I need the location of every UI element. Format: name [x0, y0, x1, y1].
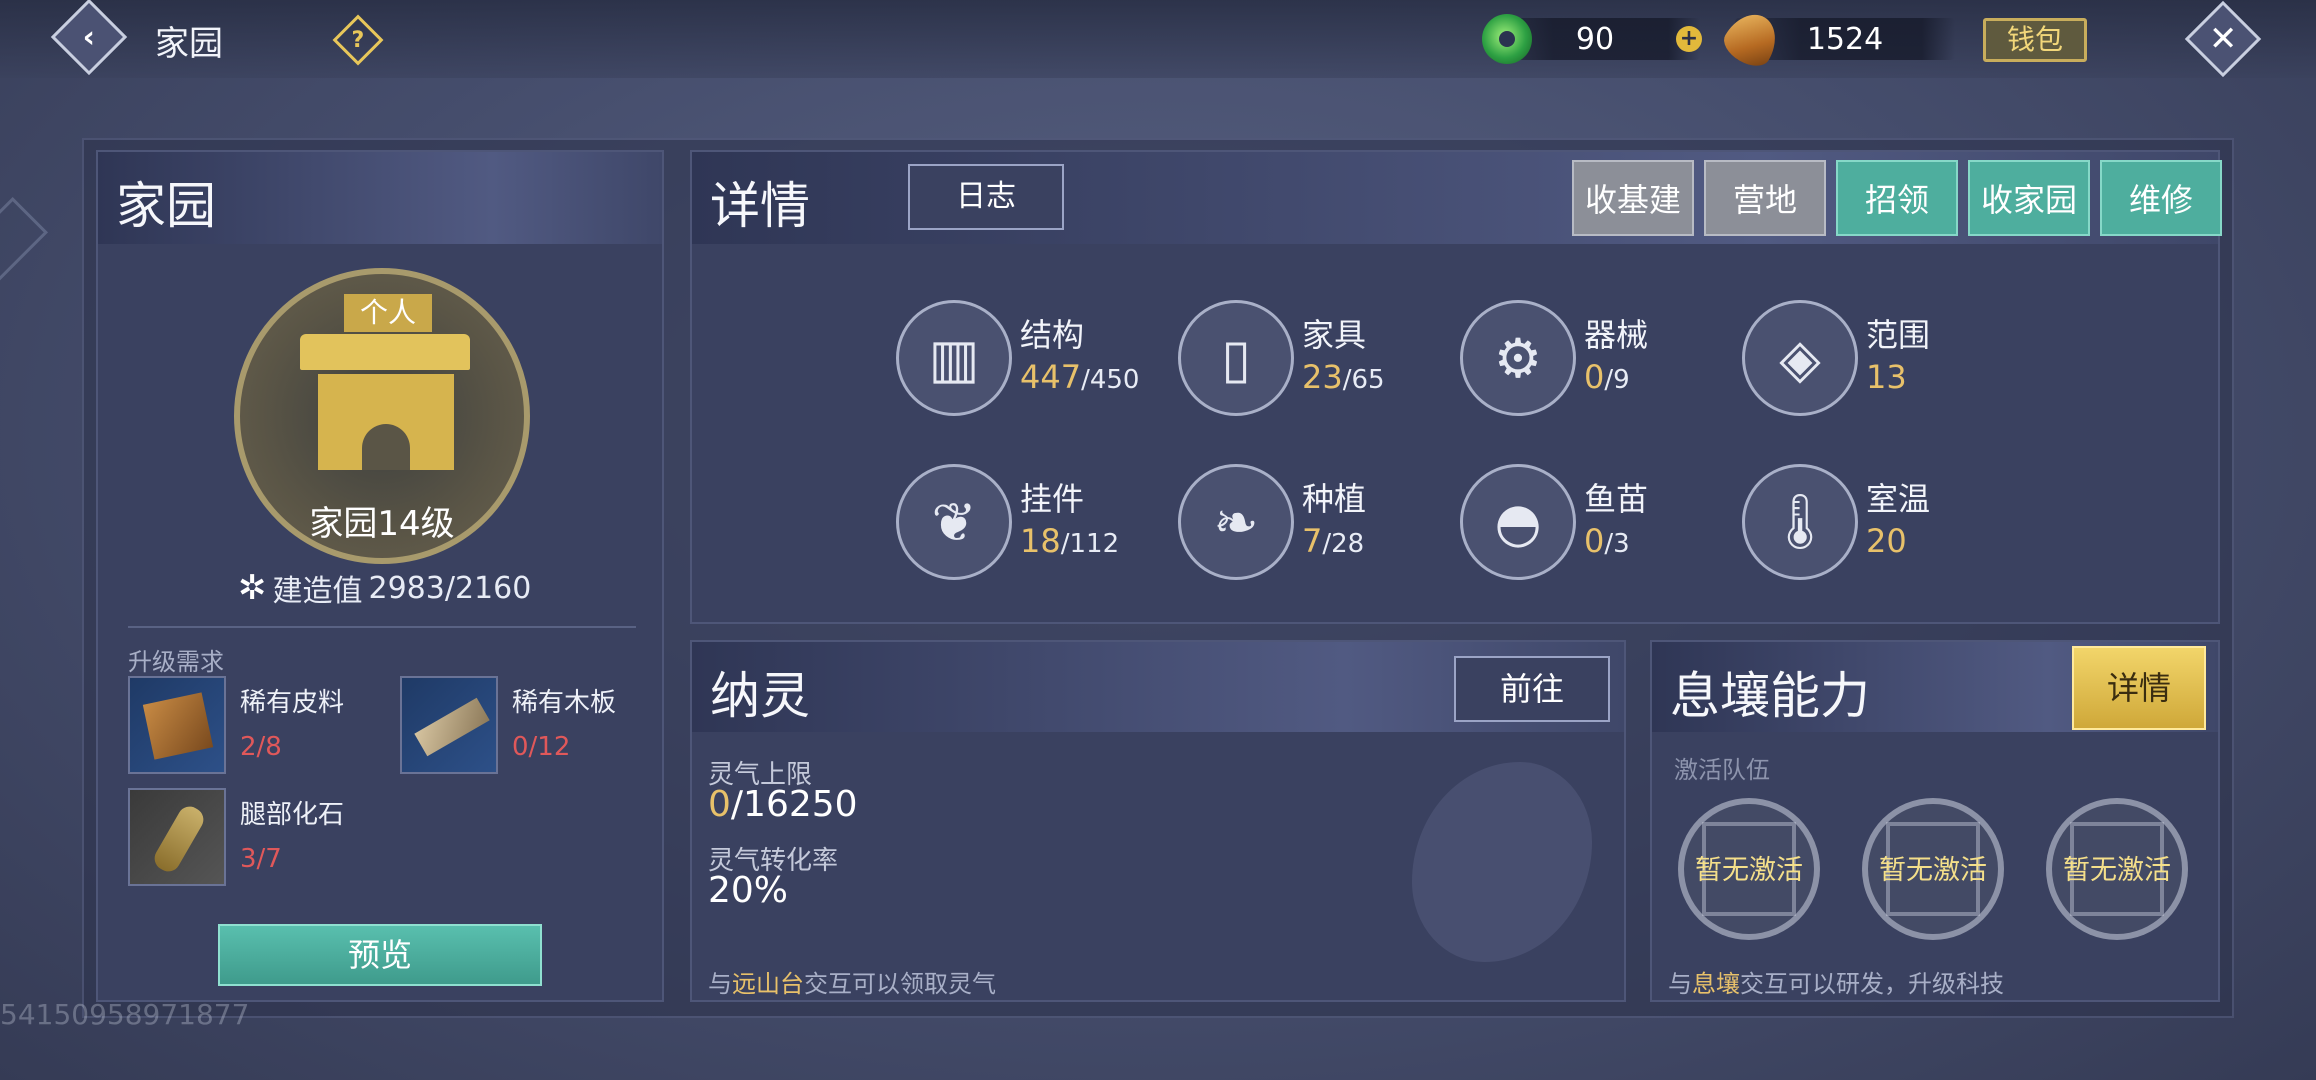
stat-range: ◈ 范围 13 [1742, 300, 2002, 420]
stat-structure: ▥ 结构 447/450 [896, 300, 1156, 420]
slot-status: 暂无激活 [1879, 855, 1987, 886]
jade-currency: 90 [1482, 14, 1700, 64]
ability-panel: 息壤能力 详情 激活队伍 暂无激活 暂无激活 暂无激活 与息壤交互可以研发，升级… [1650, 640, 2220, 1002]
material-count: 2/8 [240, 732, 282, 762]
chevron-left-icon: ‹ [82, 19, 96, 55]
thermometer-icon: 🌡 [1742, 464, 1858, 580]
stat-temperature: 🌡 室温 20 [1742, 464, 2002, 584]
user-id: 54150958971877 [0, 998, 250, 1031]
divider [128, 626, 636, 628]
coin-currency: 1524 [1717, 4, 1955, 74]
collect-infrastructure-button[interactable]: 收基建 [1572, 160, 1694, 236]
spirit-limit-value: 0/16250 [708, 784, 858, 825]
material-count: 0/12 [512, 732, 571, 762]
slot-status: 暂无激活 [2063, 855, 2171, 886]
leather-icon [128, 676, 226, 774]
spirit-rate-value: 20% [708, 870, 789, 911]
slot-status: 暂无激活 [1695, 855, 1803, 886]
spirit-panel: 纳灵 前往 灵气上限 0/16250 灵气转化率 20% 与远山台交互可以领取灵… [690, 640, 1626, 1002]
page-title: 家园 [155, 24, 223, 64]
panel-title: 纳灵 [710, 667, 810, 725]
build-value-row: ✲ 建造值 2983/2160 [238, 566, 531, 610]
stat-pendant: ❦ 挂件 18/112 [896, 464, 1156, 584]
planting-icon: ❧ [1178, 464, 1294, 580]
ability-footer: 与息壤交互可以研发，升级科技 [1668, 970, 2004, 998]
log-button[interactable]: 日志 [908, 164, 1064, 230]
stat-fish-fry: ◓ 鱼苗 0/3 [1460, 464, 1720, 584]
panel-header: 息壤能力 详情 [1652, 642, 2218, 732]
building-roof-icon [300, 334, 470, 370]
add-currency-icon[interactable]: + [1676, 26, 1702, 52]
material-name: 稀有木板 [512, 688, 617, 718]
side-decoration [0, 196, 49, 304]
leaf-decoration-icon [1412, 762, 1592, 962]
fish-fry-icon: ◓ [1460, 464, 1576, 580]
repair-button[interactable]: 维修 [2100, 160, 2222, 236]
build-value: 2983/2160 [368, 570, 532, 606]
preview-button[interactable]: 预览 [218, 924, 542, 986]
requirements-title: 升级需求 [128, 648, 224, 676]
panel-header: 纳灵 前往 [692, 642, 1624, 732]
goto-button[interactable]: 前往 [1454, 656, 1610, 722]
close-icon: ✕ [2208, 19, 2238, 59]
material-item[interactable]: 稀有木板 0/12 [400, 676, 660, 776]
homestead-emblem: 个人 家园14级 [234, 268, 530, 564]
panel-header: 详情 日志 收基建 营地 招领 收家园 维修 [692, 152, 2222, 244]
recruit-button[interactable]: 招领 [1836, 160, 1958, 236]
active-team-label: 激活队伍 [1674, 756, 1770, 784]
camp-button[interactable]: 营地 [1704, 160, 1826, 236]
collect-homestead-button[interactable]: 收家园 [1968, 160, 2090, 236]
material-count: 3/7 [240, 844, 282, 874]
panel-title: 家园 [116, 177, 216, 235]
fossil-icon [128, 788, 226, 886]
help-icon[interactable]: ? [332, 14, 384, 66]
ability-slot[interactable]: 暂无激活 [2046, 798, 2188, 940]
panel-header: 家园 [98, 152, 662, 244]
stat-planting: ❧ 种植 7/28 [1178, 464, 1438, 584]
machinery-icon: ⚙ [1460, 300, 1576, 416]
material-item[interactable]: 腿部化石 3/7 [128, 788, 388, 888]
build-label: 建造值 [272, 574, 363, 609]
range-icon: ◈ [1742, 300, 1858, 416]
wood-plank-icon [400, 676, 498, 774]
building-door-icon [362, 424, 410, 470]
structure-icon: ▥ [896, 300, 1012, 416]
wallet-button[interactable]: 钱包 [1983, 18, 2087, 62]
homestead-panel: 家园 个人 家园14级 ✲ 建造值 2983/2160 升级需求 稀有皮料 2/… [96, 150, 664, 1002]
pendant-icon: ❦ [896, 464, 1012, 580]
material-name: 稀有皮料 [240, 688, 345, 718]
build-value-icon: ✲ [238, 568, 267, 608]
back-button[interactable]: ‹ [50, 0, 128, 76]
ability-detail-button[interactable]: 详情 [2072, 646, 2206, 730]
spirit-footer: 与远山台交互可以领取灵气 [708, 970, 996, 998]
close-button[interactable]: ✕ [2184, 0, 2262, 78]
ability-slot[interactable]: 暂无激活 [1862, 798, 2004, 940]
furniture-icon: ▯ [1178, 300, 1294, 416]
jade-amount: 90 [1575, 22, 1615, 57]
top-bar: ‹ 家园 ? 90 + 1524 钱包 ✕ [0, 0, 2316, 78]
detail-panel: 详情 日志 收基建 营地 招领 收家园 维修 ▥ 结构 447/450 ▯ 家具… [690, 150, 2222, 624]
coin-amount: 1524 [1806, 22, 1884, 57]
emblem-tag: 个人 [344, 294, 432, 332]
material-name: 腿部化石 [240, 800, 345, 830]
material-item[interactable]: 稀有皮料 2/8 [128, 676, 388, 776]
panel-title: 息壤能力 [1670, 667, 1870, 725]
stat-machinery: ⚙ 器械 0/9 [1460, 300, 1720, 420]
ability-slot[interactable]: 暂无激活 [1678, 798, 1820, 940]
homestead-level: 家园14级 [309, 504, 455, 544]
stat-furniture: ▯ 家具 23/65 [1178, 300, 1438, 420]
panel-title: 详情 [710, 177, 810, 235]
